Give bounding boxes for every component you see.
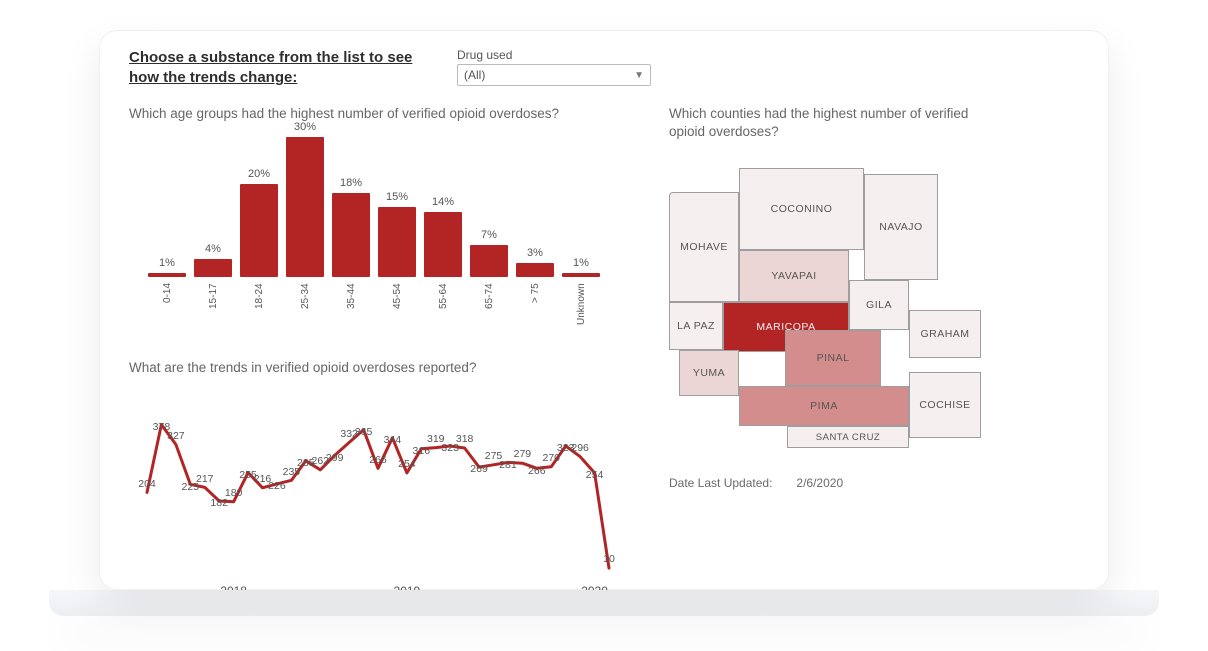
bar-category-label: 55-64 (438, 283, 449, 333)
bar-rect (286, 137, 324, 277)
bar-0-14[interactable]: 1% 0-14 (147, 257, 187, 334)
bar-Unknown[interactable]: 1% Unknown (561, 257, 601, 334)
bar-chart-title: Which age groups had the highest number … (129, 105, 619, 124)
drug-filter-dropdown[interactable]: (All) ▼ (457, 64, 651, 86)
trend-line-chart: 2043783272252171821802552162262352852622… (129, 388, 619, 590)
bar-value-label: 30% (294, 121, 316, 133)
updated-value: 2/6/2020 (796, 476, 843, 490)
bar-rect (332, 193, 370, 277)
bar-value-label: 14% (432, 196, 454, 208)
dashboard-frame: Choose a substance from the list to see … (99, 30, 1109, 590)
bar-rect (470, 245, 508, 278)
bar-category-label: 25-34 (300, 283, 311, 333)
instruction-text: Choose a substance from the list to see … (129, 48, 439, 89)
bar-value-label: 20% (248, 168, 270, 180)
county-gila[interactable]: GILA (849, 280, 909, 330)
county-pima[interactable]: PIMA (739, 386, 909, 426)
chevron-down-icon: ▼ (634, 70, 644, 81)
bar-category-label: 15-17 (208, 283, 219, 333)
county-yuma[interactable]: YUMA (679, 350, 739, 396)
bar-rect (562, 273, 600, 278)
county-mohave[interactable]: MOHAVE (669, 192, 739, 302)
bar-18-24[interactable]: 20% 18-24 (239, 168, 279, 333)
bar-value-label: 1% (573, 257, 589, 269)
county-lapaz[interactable]: LA PAZ (669, 302, 723, 350)
line-x-tick: 2018 (220, 584, 247, 590)
county-graham[interactable]: GRAHAM (909, 310, 981, 358)
bar-rect (194, 259, 232, 278)
county-santacruz[interactable]: SANTA CRUZ (787, 426, 909, 448)
line-x-tick: 2020 (581, 584, 608, 590)
bar-category-label: 65-74 (484, 283, 495, 333)
bar-rect (424, 212, 462, 277)
bar-category-label: Unknown (576, 283, 587, 333)
bar-25-34[interactable]: 30% 25-34 (285, 121, 325, 333)
bar-> 75[interactable]: 3% > 75 (515, 247, 555, 333)
line-chart-title: What are the trends in verified opioid o… (129, 359, 619, 378)
bar-category-label: 0-14 (162, 283, 173, 333)
bar-rect (148, 273, 186, 278)
bar-15-17[interactable]: 4% 15-17 (193, 243, 233, 334)
bar-category-label: 35-44 (346, 283, 357, 333)
county-cochise[interactable]: COCHISE (909, 372, 981, 438)
device-base (49, 590, 1159, 616)
age-bar-chart: 1%0-144%15-1720%18-2430%25-3418%35-4415%… (129, 133, 619, 333)
updated-label: Date Last Updated: (669, 476, 772, 490)
bar-rect (240, 184, 278, 277)
bar-value-label: 7% (481, 229, 497, 241)
bar-65-74[interactable]: 7% 65-74 (469, 229, 509, 334)
bar-value-label: 18% (340, 177, 362, 189)
filter-label: Drug used (457, 48, 651, 62)
county-navajo[interactable]: NAVAJO (864, 174, 938, 280)
bar-category-label: > 75 (530, 283, 541, 333)
bar-value-label: 15% (386, 191, 408, 203)
line-svg (129, 388, 619, 590)
bar-55-64[interactable]: 14% 55-64 (423, 196, 463, 333)
bar-category-label: 18-24 (254, 283, 265, 333)
county-yavapai[interactable]: YAVAPAI (739, 250, 849, 302)
drug-filter-value: (All) (464, 68, 485, 82)
arizona-county-map: MOHAVE COCONINO NAVAJO YAVAPAI LA PAZ MA… (669, 168, 1019, 458)
county-pinal[interactable]: PINAL (785, 330, 881, 386)
bar-value-label: 4% (205, 243, 221, 255)
map-chart-title: Which counties had the highest number of… (669, 105, 999, 143)
bar-rect (516, 263, 554, 277)
bar-45-54[interactable]: 15% 45-54 (377, 191, 417, 333)
line-x-tick: 2019 (394, 584, 421, 590)
bar-rect (378, 207, 416, 277)
bar-category-label: 45-54 (392, 283, 403, 333)
bar-35-44[interactable]: 18% 35-44 (331, 177, 371, 333)
bar-value-label: 3% (527, 247, 543, 259)
county-coconino[interactable]: COCONINO (739, 168, 864, 250)
bar-value-label: 1% (159, 257, 175, 269)
